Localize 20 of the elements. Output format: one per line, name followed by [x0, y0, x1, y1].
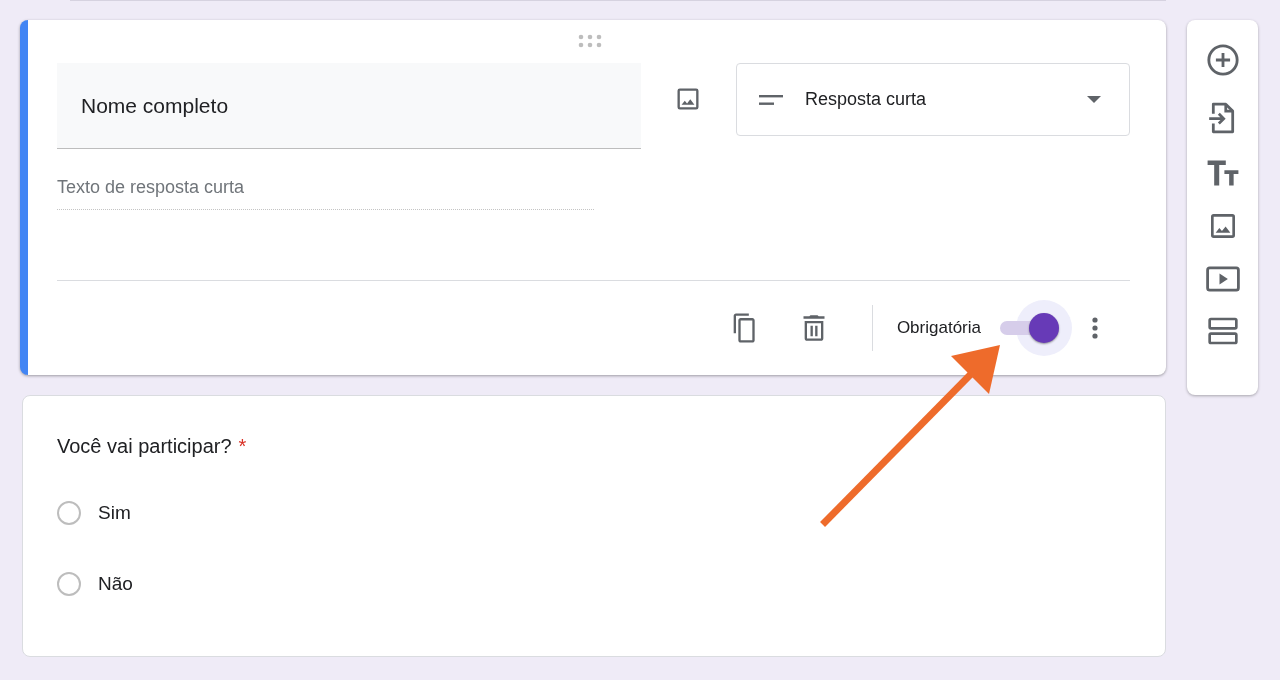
section-icon[interactable]: [1206, 316, 1239, 346]
question-title-field[interactable]: Nome completo: [57, 63, 641, 149]
video-icon[interactable]: [1205, 265, 1240, 293]
option-label: Sim: [98, 501, 131, 525]
more-options-icon[interactable]: [1092, 316, 1098, 340]
radio-button[interactable]: [57, 572, 81, 596]
add-circle-icon[interactable]: [1205, 43, 1240, 77]
drag-handle-icon[interactable]: [577, 34, 602, 48]
required-asterisk: *: [238, 434, 247, 459]
text-size-icon[interactable]: [1205, 159, 1240, 187]
caret-icon: [1087, 96, 1101, 103]
required-label: Obrigatória: [896, 318, 981, 338]
short-text-icon: [759, 93, 783, 106]
option-label: Não: [98, 572, 133, 596]
question-title: Você vai participar?: [57, 434, 232, 459]
question-type-dropdown[interactable]: Resposta curta: [736, 63, 1130, 136]
short-answer-field: Texto de resposta curta: [57, 175, 594, 210]
required-toggle[interactable]: [1000, 299, 1072, 357]
trash-icon[interactable]: [801, 314, 826, 342]
radio-button[interactable]: [57, 501, 81, 525]
